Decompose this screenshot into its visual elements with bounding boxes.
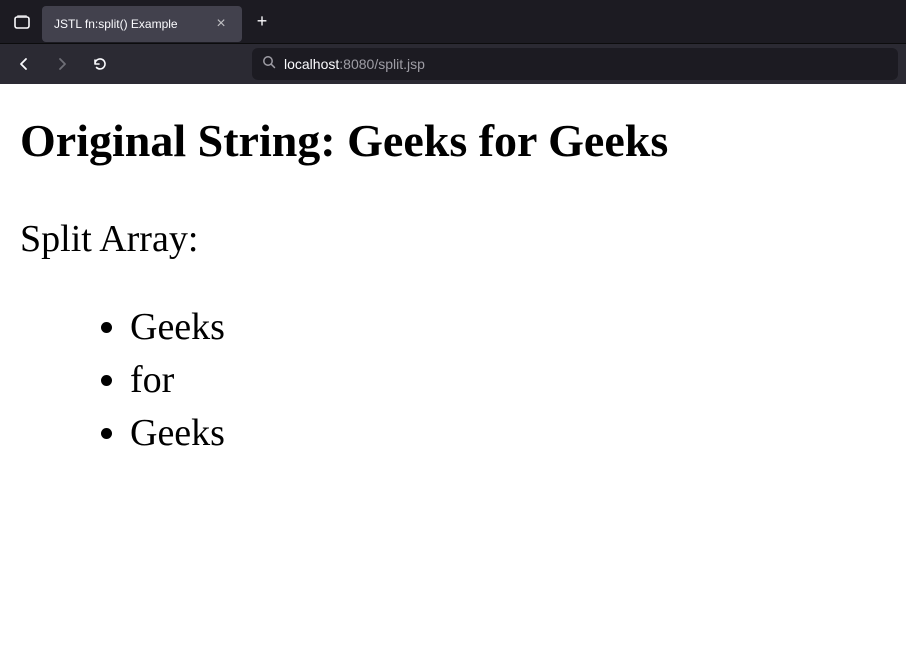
url-text: localhost:8080/split.jsp xyxy=(284,56,425,72)
browser-tab[interactable]: JSTL fn:split() Example × xyxy=(42,6,242,42)
tab-close-icon[interactable]: × xyxy=(212,15,230,33)
reload-button[interactable] xyxy=(84,48,116,80)
url-path: /split.jsp xyxy=(374,56,425,72)
recent-browsing-icon[interactable] xyxy=(6,6,38,38)
new-tab-button[interactable]: + xyxy=(246,6,278,38)
page-subheading: Split Array: xyxy=(20,217,886,261)
forward-button[interactable] xyxy=(46,48,78,80)
nav-bar: localhost:8080/split.jsp xyxy=(0,44,906,84)
url-host: localhost xyxy=(284,56,339,72)
list-item: Geeks xyxy=(130,407,886,460)
browser-chrome: JSTL fn:split() Example × + xyxy=(0,0,906,84)
list-item: for xyxy=(130,354,886,407)
back-button[interactable] xyxy=(8,48,40,80)
tab-bar: JSTL fn:split() Example × + xyxy=(0,0,906,44)
page-content: Original String: Geeks for Geeks Split A… xyxy=(0,84,906,481)
url-bar[interactable]: localhost:8080/split.jsp xyxy=(252,48,898,80)
split-array-list: Geeks for Geeks xyxy=(20,301,886,461)
page-heading: Original String: Geeks for Geeks xyxy=(20,114,886,167)
url-port: :8080 xyxy=(339,56,374,72)
tab-title: JSTL fn:split() Example xyxy=(54,17,204,31)
list-item: Geeks xyxy=(130,301,886,354)
search-icon xyxy=(262,55,276,74)
